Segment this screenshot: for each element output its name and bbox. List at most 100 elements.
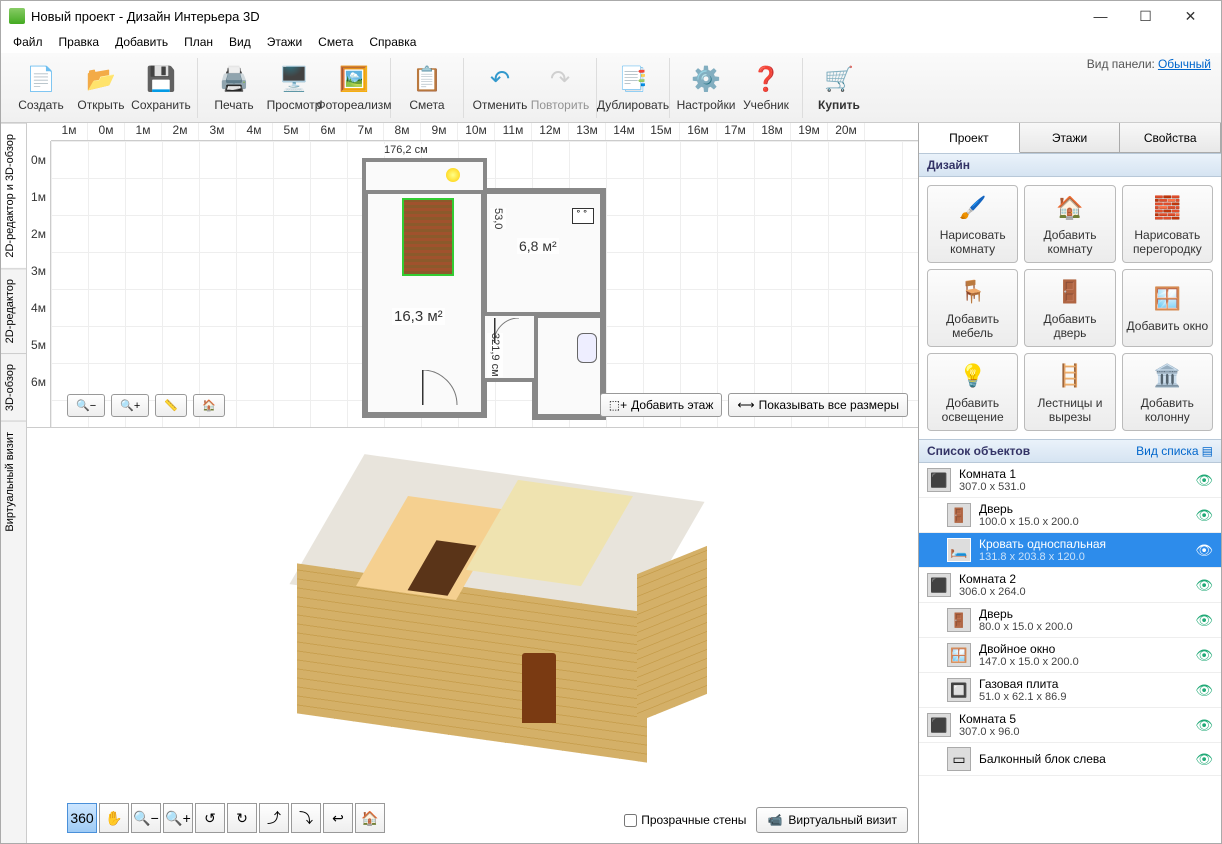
design-btn-0[interactable]: 🖌️Нарисовать комнату — [927, 185, 1018, 263]
visibility-toggle[interactable]: 👁 — [1195, 682, 1213, 699]
menu-Файл[interactable]: Файл — [5, 33, 51, 51]
menu-Правка[interactable]: Правка — [51, 33, 108, 51]
pan-button[interactable]: ✋ — [99, 803, 129, 833]
rtab-Проект[interactable]: Проект — [919, 123, 1020, 153]
canvas-2d[interactable]: 1м0м1м2м3м4м5м6м7м8м9м10м11м12м13м14м15м… — [27, 123, 918, 428]
visibility-toggle[interactable]: 👁 — [1195, 647, 1213, 664]
buy-button[interactable]: 🛒Купить — [809, 58, 869, 118]
design-btn-3[interactable]: 🪑Добавить мебель — [927, 269, 1018, 347]
orbit-360-button[interactable]: 360 — [67, 803, 97, 833]
measure-button[interactable]: 📏 — [155, 394, 187, 417]
panel-mode-label: Вид панели: Обычный — [1087, 57, 1211, 71]
close-button[interactable]: ✕ — [1168, 2, 1213, 30]
gear-icon: ⚙️ — [690, 64, 722, 96]
minimize-button[interactable]: — — [1078, 2, 1123, 30]
bath-fixture[interactable] — [577, 333, 597, 363]
canvas-3d[interactable]: 360 ✋ 🔍− 🔍+ ↺ ↻ ⤴ ⤵ ↩ 🏠 Прозрачные стены… — [27, 428, 918, 843]
design-btn-7[interactable]: 🪜Лестницы и вырезы — [1024, 353, 1115, 431]
visibility-toggle[interactable]: 👁 — [1195, 717, 1213, 734]
object-row[interactable]: ⬛Комната 1307.0 x 531.0👁 — [919, 463, 1221, 498]
tilt-down-button[interactable]: ⤵ — [291, 803, 321, 833]
manual-button[interactable]: ❓Учебник — [736, 58, 796, 118]
menu-Добавить[interactable]: Добавить — [107, 33, 176, 51]
tilt-up-button[interactable]: ⤴ — [259, 803, 289, 833]
design-btn-6[interactable]: 💡Добавить освещение — [927, 353, 1018, 431]
rtab-Этажи[interactable]: Этажи — [1020, 123, 1121, 152]
design-btn-2[interactable]: 🧱Нарисовать перегородку — [1122, 185, 1213, 263]
object-row[interactable]: 🪟Двойное окно147.0 x 15.0 x 200.0👁 — [919, 638, 1221, 673]
visibility-toggle[interactable]: 👁 — [1195, 507, 1213, 524]
menu-Справка[interactable]: Справка — [361, 33, 424, 51]
object-name: Дверь — [979, 502, 1187, 516]
preview-button[interactable]: 🖥️Просмотр — [264, 58, 324, 118]
undo-button[interactable]: ↶Отменить — [470, 58, 530, 118]
vtab-1[interactable]: 2D-редактор — [1, 268, 26, 353]
visibility-toggle[interactable]: 👁 — [1195, 577, 1213, 594]
balcony[interactable] — [362, 158, 487, 194]
design-btn-4[interactable]: 🚪Добавить дверь — [1024, 269, 1115, 347]
panel-mode-link[interactable]: Обычный — [1158, 57, 1211, 71]
photorealism-button[interactable]: 🖼️Фотореализм — [324, 58, 384, 118]
floorplan[interactable]: 176,2 см 53,0 16,3 м² 6,8 м² 321,9 см — [362, 158, 622, 413]
object-row[interactable]: ⬛Комната 5307.0 x 96.0👁 — [919, 708, 1221, 743]
reset-3d-button[interactable]: ↩ — [323, 803, 353, 833]
design-btn-1[interactable]: 🏠Добавить комнату — [1024, 185, 1115, 263]
zoom-out-3d-button[interactable]: 🔍− — [131, 803, 161, 833]
virtual-visit-button[interactable]: 📹Виртуальный визит — [756, 807, 908, 833]
bed-icon: 🛏️ — [947, 538, 971, 562]
visibility-toggle[interactable]: 👁 — [1195, 472, 1213, 489]
design-btn-8[interactable]: 🏛️Добавить колонну — [1122, 353, 1213, 431]
menu-Смета[interactable]: Смета — [310, 33, 361, 51]
home-button[interactable]: 🏠 — [193, 394, 225, 417]
object-list[interactable]: ⬛Комната 1307.0 x 531.0👁🚪Дверь100.0 x 15… — [919, 463, 1221, 843]
light-fixture[interactable] — [446, 168, 460, 182]
object-row[interactable]: 🔲Газовая плита51.0 x 62.1 x 86.9👁 — [919, 673, 1221, 708]
object-dim: 307.0 x 96.0 — [959, 726, 1187, 738]
visibility-toggle[interactable]: 👁 — [1195, 542, 1213, 559]
open-button[interactable]: 📂Открыть — [71, 58, 131, 118]
menu-План[interactable]: План — [176, 33, 221, 51]
zoom-in-3d-button[interactable]: 🔍+ — [163, 803, 193, 833]
object-row[interactable]: ⬛Комната 2306.0 x 264.0👁 — [919, 568, 1221, 603]
room-3[interactable] — [532, 312, 606, 420]
object-row[interactable]: 🛏️Кровать односпальная131.8 x 203.8 x 12… — [919, 533, 1221, 568]
home-3d-button[interactable]: 🏠 — [355, 803, 385, 833]
show-dims-button[interactable]: ⟷Показывать все размеры — [728, 393, 908, 417]
help-icon: ❓ — [750, 64, 782, 96]
object-row[interactable]: 🚪Дверь80.0 x 15.0 x 200.0👁 — [919, 603, 1221, 638]
zoom-in-button[interactable]: 🔍‍+ — [111, 394, 149, 417]
redo-button[interactable]: ↷Повторить — [530, 58, 590, 118]
object-row[interactable]: ▭Балконный блок слева👁 — [919, 743, 1221, 776]
object-row[interactable]: 🚪Дверь100.0 x 15.0 x 200.0👁 — [919, 498, 1221, 533]
transparent-walls-checkbox[interactable]: Прозрачные стены — [624, 813, 746, 827]
vtab-0[interactable]: 2D-редактор и 3D-обзор — [1, 123, 26, 268]
bed-furniture[interactable] — [402, 198, 454, 276]
zoom-out-button[interactable]: 🔍‍− — [67, 394, 105, 417]
visibility-toggle[interactable]: 👁 — [1195, 612, 1213, 629]
rotate-left-button[interactable]: ↺ — [195, 803, 225, 833]
vtab-3[interactable]: Виртуальный визит — [1, 421, 26, 542]
design-btn-5[interactable]: 🪟Добавить окно — [1122, 269, 1213, 347]
rotate-right-button[interactable]: ↻ — [227, 803, 257, 833]
settings-button[interactable]: ⚙️Настройки — [676, 58, 736, 118]
list-view-icon[interactable]: ▤ — [1202, 444, 1213, 458]
list-view-link[interactable]: Вид списка — [1136, 444, 1198, 458]
menu-Этажи[interactable]: Этажи — [259, 33, 310, 51]
print-button[interactable]: 🖨️Печать — [204, 58, 264, 118]
design-icon: 🪑 — [957, 276, 989, 308]
canvas-3d-tools: 360 ✋ 🔍− 🔍+ ↺ ↻ ⤴ ⤵ ↩ 🏠 — [67, 803, 385, 833]
menu-Вид[interactable]: Вид — [221, 33, 259, 51]
vtab-2[interactable]: 3D-обзор — [1, 353, 26, 421]
design-icon: 🧱 — [1151, 192, 1183, 224]
stove-furniture[interactable] — [572, 208, 594, 224]
add-floor-button[interactable]: ⬚+Добавить этаж — [600, 393, 723, 417]
door-arc-icon — [422, 370, 462, 410]
duplicate-button[interactable]: 📑Дублировать — [603, 58, 663, 118]
visibility-toggle[interactable]: 👁 — [1195, 751, 1213, 768]
monitor-icon: 🖥️ — [278, 64, 310, 96]
estimate-button[interactable]: 📋Смета — [397, 58, 457, 118]
save-button[interactable]: 💾Сохранить — [131, 58, 191, 118]
create-button[interactable]: 📄Создать — [11, 58, 71, 118]
maximize-button[interactable]: ☐ — [1123, 2, 1168, 30]
rtab-Свойства[interactable]: Свойства — [1120, 123, 1221, 152]
